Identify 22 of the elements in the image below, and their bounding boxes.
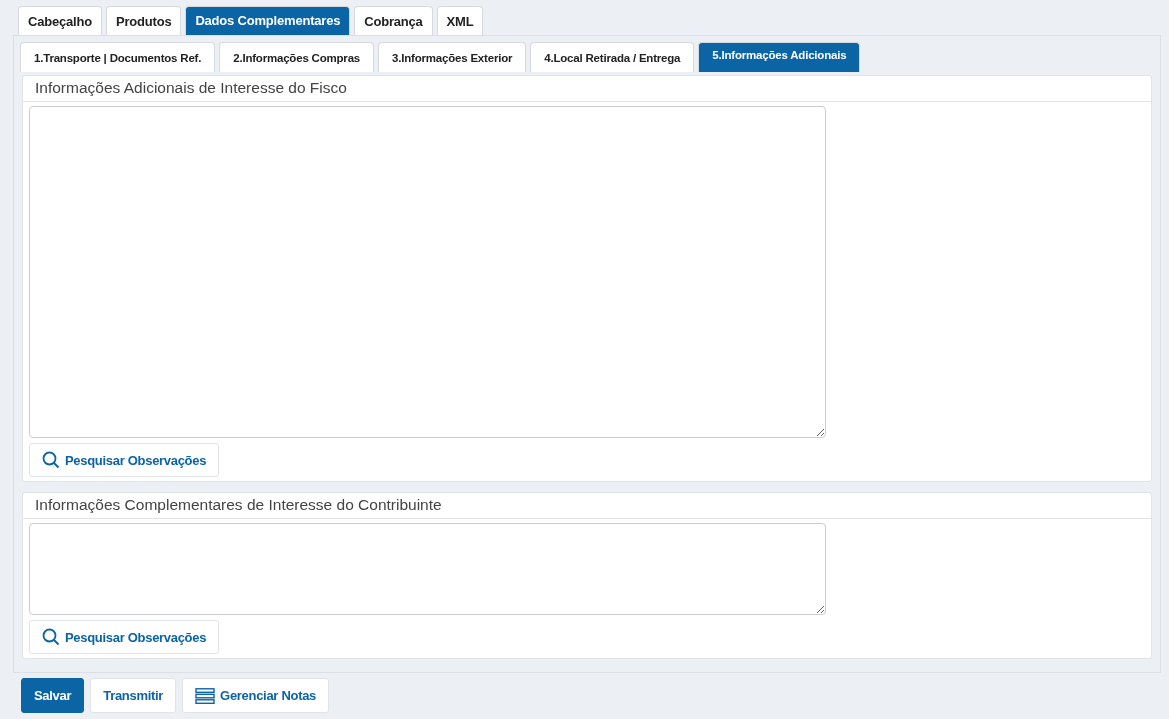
tab[interactable]: 4.Local Retirada / Entrega [530, 42, 695, 72]
tab[interactable]: 3.Informações Exterior [378, 42, 527, 72]
tab[interactable]: Cobrança [354, 6, 433, 35]
tab[interactable]: 5.Informações Adicionais [698, 42, 861, 72]
tab[interactable]: 2.Informações Compras [219, 42, 375, 72]
search-button[interactable]: Pesquisar Observações [29, 443, 220, 477]
tab[interactable]: Dados Complementares [185, 6, 351, 35]
search-button[interactable]: Pesquisar Observações [29, 620, 220, 654]
search-icon [42, 628, 60, 646]
tab[interactable]: XML [436, 6, 484, 35]
section-title: Informações Complementares de Interesse do Contribuinte [23, 493, 1151, 519]
tab[interactable]: 1.Transporte | Documentos Ref. [20, 42, 216, 72]
tab[interactable]: Produtos [105, 6, 182, 35]
manage-button[interactable]: Gerenciar Notas [182, 678, 330, 713]
section-title: Informações Adicionais de Interesse do Fisco [23, 76, 1151, 102]
text-area[interactable] [29, 106, 826, 438]
search-icon [42, 451, 60, 469]
list-icon [195, 687, 216, 704]
transmit-button[interactable]: Transmitir [90, 678, 177, 713]
text-area[interactable] [29, 523, 826, 615]
save-button[interactable]: Salvar [21, 678, 85, 713]
tab[interactable]: Cabeçalho [18, 6, 102, 35]
